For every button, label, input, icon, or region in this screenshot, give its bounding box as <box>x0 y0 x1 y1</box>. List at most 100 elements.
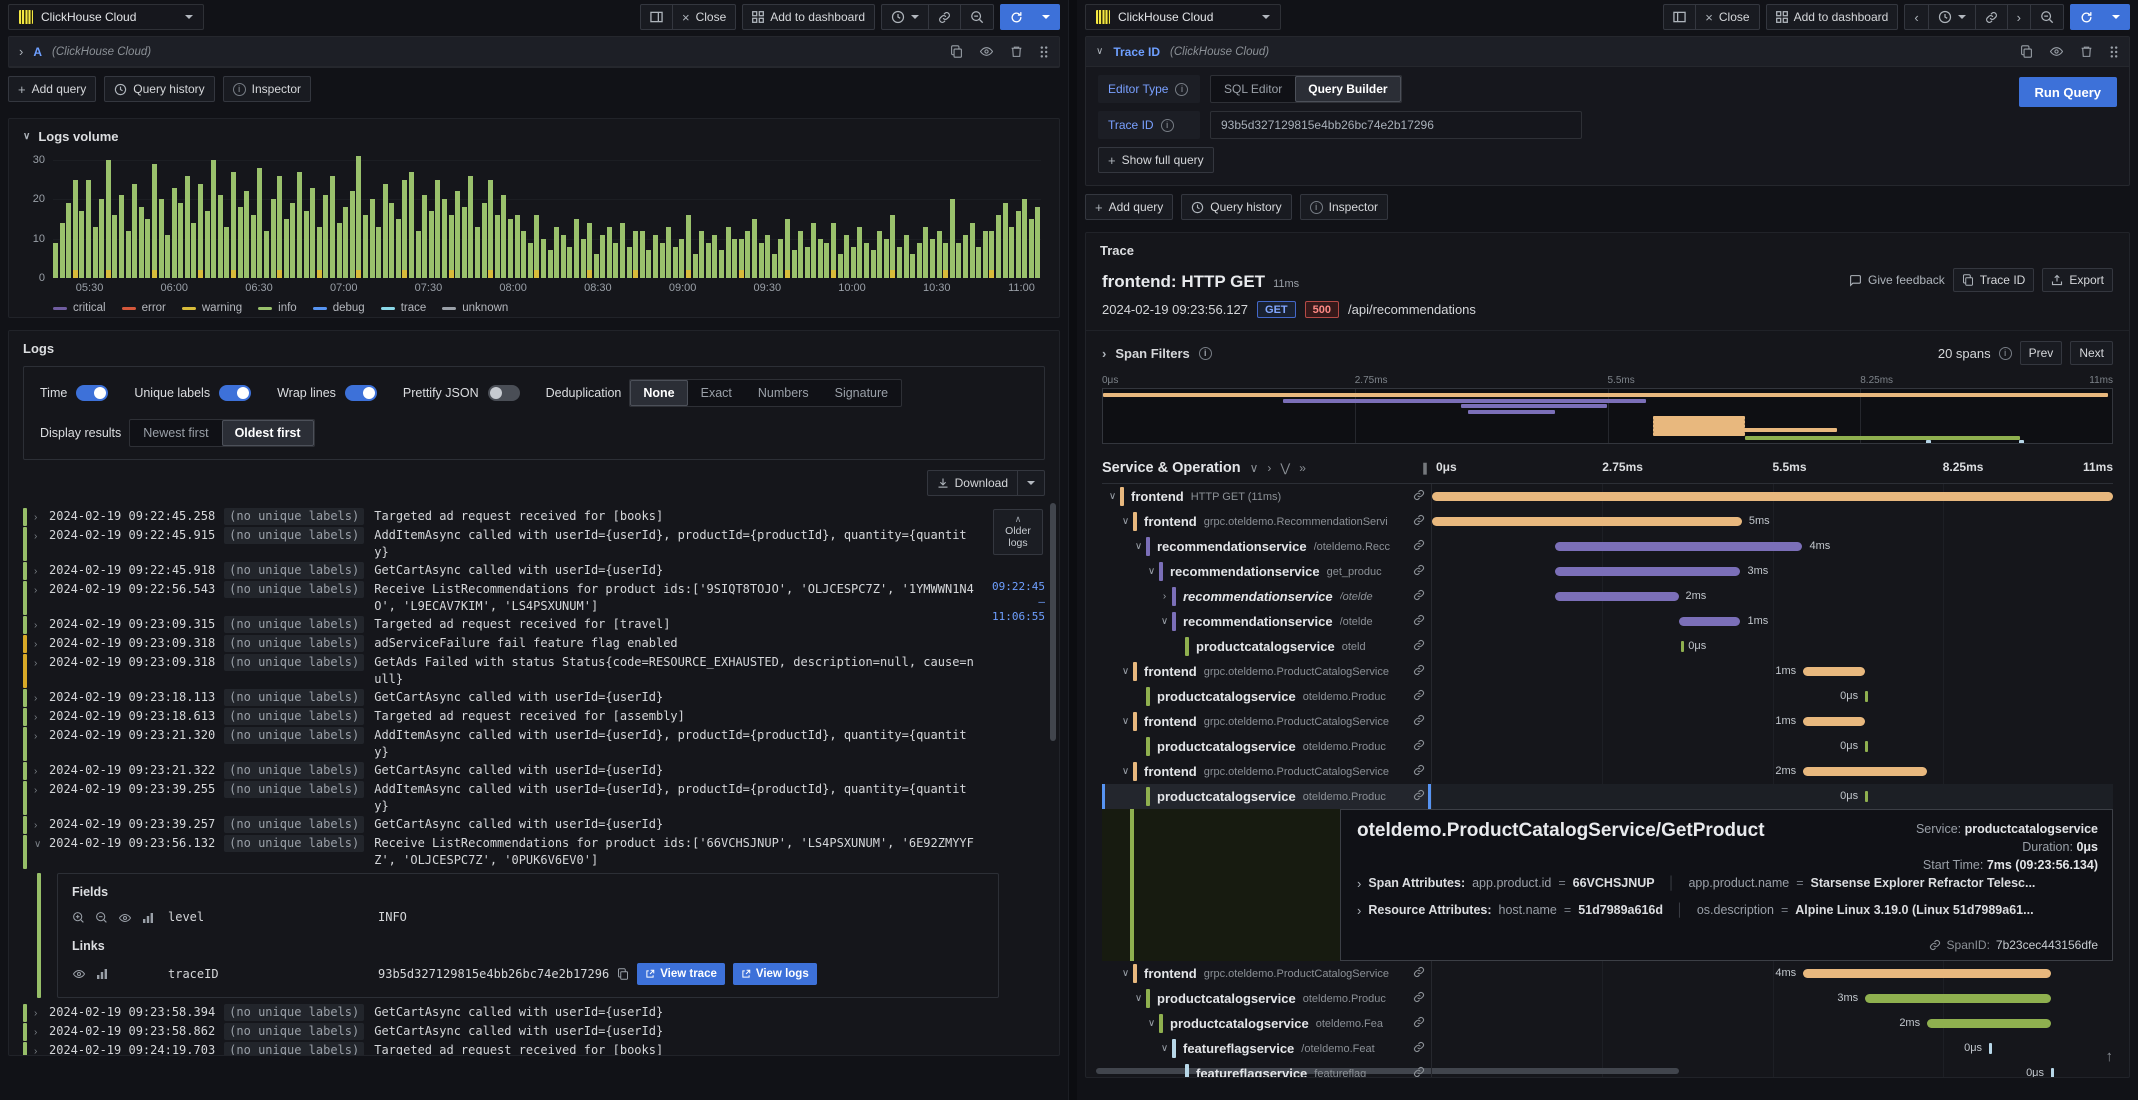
stats-bars-icon[interactable] <box>142 912 154 924</box>
next-span-button[interactable]: Next <box>2070 341 2113 365</box>
chevron-right-icon[interactable]: › <box>34 689 49 707</box>
chevron-down-icon[interactable]: ∨ <box>1158 616 1171 627</box>
query-history-button[interactable]: Query history <box>104 76 215 102</box>
dedup-option-exact[interactable]: Exact <box>688 380 745 406</box>
span-bar[interactable] <box>1554 542 1803 551</box>
log-row[interactable]: › 2024-02-19 09:23:58.394 (no unique label… <box>23 1004 1059 1022</box>
datasource-picker[interactable]: ClickHouse Cloud <box>8 4 204 30</box>
chevron-down-icon[interactable]: ∨ <box>1158 1043 1171 1054</box>
span-name-cell[interactable]: ∨ recommendationservice/oteldemo.Recc <box>1102 534 1432 559</box>
prev-span-button[interactable]: Prev <box>2019 341 2063 365</box>
span-name-cell[interactable]: productcatalogservice oteldemo.Produc <box>1102 734 1432 759</box>
link-icon[interactable] <box>1413 514 1425 529</box>
chevron-right-icon[interactable]: › <box>34 635 49 653</box>
chevron-down-icon[interactable]: ∨ <box>1119 716 1132 727</box>
log-time-range[interactable]: 09:22:45 — 11:06:55 <box>992 579 1045 624</box>
span-name-cell[interactable]: productcatalogservice oteld <box>1102 634 1432 659</box>
link-icon[interactable] <box>1413 1041 1425 1056</box>
legend-item-error[interactable]: error <box>121 302 166 314</box>
give-feedback-link[interactable]: Give feedback <box>1849 273 1945 287</box>
export-button[interactable]: Export <box>2042 268 2113 292</box>
close-split-button[interactable]: × Close <box>671 4 737 30</box>
span-filters-label[interactable]: Span Filters <box>1115 346 1189 361</box>
info-icon[interactable]: i <box>1998 346 2012 360</box>
legend-item-info[interactable]: info <box>258 302 297 314</box>
link-icon[interactable] <box>1413 764 1425 779</box>
span-row[interactable]: productcatalogservice oteld 0μs <box>1102 634 2113 659</box>
link-icon[interactable] <box>1413 489 1425 504</box>
log-row[interactable]: › 2024-02-19 09:23:09.315 (no unique label… <box>23 616 1059 634</box>
log-row[interactable]: ∨ 2024-02-19 09:23:56.132 (no unique label… <box>23 835 1059 869</box>
span-bar[interactable] <box>1554 567 1741 576</box>
eye-icon[interactable] <box>2049 45 2064 58</box>
chevron-down-icon[interactable]: ∨ <box>1119 968 1132 979</box>
chevron-right-icon[interactable]: › <box>34 708 49 726</box>
span-name-cell[interactable]: ∨ recommendationservice get_produc <box>1102 559 1432 584</box>
copy-icon[interactable] <box>2020 45 2033 58</box>
link-icon[interactable] <box>1413 739 1425 754</box>
log-row[interactable]: › 2024-02-19 09:23:39.257 (no unique label… <box>23 816 1059 834</box>
span-bar[interactable] <box>1554 592 1679 601</box>
span-name-cell[interactable]: ∨ frontend grpc.oteldemo.RecommendationSer… <box>1102 509 1432 534</box>
trace-id-button[interactable]: Trace ID <box>1952 268 2035 292</box>
legend-item-warning[interactable]: warning <box>181 302 242 314</box>
link-icon[interactable] <box>1413 1016 1425 1031</box>
chevron-right-icon[interactable]: › <box>34 727 49 745</box>
chevron-right-icon[interactable]: › <box>34 1042 49 1055</box>
chevron-right-icon[interactable]: › <box>1158 591 1171 602</box>
stats-bars-icon[interactable] <box>96 968 108 980</box>
link-icon[interactable] <box>1929 939 1941 951</box>
span-row[interactable]: ∨ frontend grpc.oteldemo.ProductCatalogSer… <box>1102 659 2113 684</box>
chevron-right-icon[interactable]: › <box>34 527 49 545</box>
span-row[interactable]: ∨ recommendationservice get_produc 3ms <box>1102 559 2113 584</box>
view-logs-button[interactable]: View logs <box>732 963 817 985</box>
filter-for-value-icon[interactable] <box>72 911 85 924</box>
span-bar[interactable] <box>1432 517 1742 526</box>
legend-item-debug[interactable]: debug <box>312 302 365 314</box>
chevron-down-icon[interactable]: ∨ <box>1119 766 1132 777</box>
chevron-right-icon[interactable]: › <box>34 562 49 580</box>
eye-icon[interactable] <box>72 968 86 980</box>
log-row[interactable]: › 2024-02-19 09:23:21.322 (no unique label… <box>23 762 1059 780</box>
share-link-button[interactable] <box>928 4 961 30</box>
span-name-cell[interactable]: ∨ frontend grpc.oteldemo.ProductCatalogSer… <box>1102 709 1432 734</box>
link-icon[interactable] <box>1413 991 1425 1006</box>
dedup-option-none[interactable]: None <box>630 380 688 406</box>
legend-item-trace[interactable]: trace <box>380 302 426 314</box>
minimap-canvas[interactable] <box>1102 388 2113 444</box>
log-row[interactable]: › 2024-02-19 09:22:45.258 (no unique label… <box>23 508 1059 526</box>
eye-icon[interactable] <box>979 45 994 58</box>
zoom-out-button[interactable] <box>2030 4 2064 30</box>
span-name-cell[interactable]: ∨ frontend grpc.oteldemo.ProductCatalogSer… <box>1102 961 1432 986</box>
link-icon[interactable] <box>1413 689 1425 704</box>
span-attributes-label[interactable]: Span Attributes: <box>1368 876 1465 890</box>
chevron-right-icon[interactable]: › <box>34 654 49 672</box>
refresh-button[interactable] <box>2070 4 2103 30</box>
resource-attributes-label[interactable]: Resource Attributes: <box>1368 903 1491 917</box>
chevron-down-icon[interactable]: ∨ <box>1132 541 1145 552</box>
chevron-down-icon[interactable]: ∨ <box>1119 516 1132 527</box>
drag-handle-icon[interactable] <box>2109 45 2119 59</box>
close-split-button[interactable]: × Close <box>1695 4 1760 30</box>
logs-scrollbar[interactable] <box>1050 503 1056 741</box>
inspector-button[interactable]: i Inspector <box>1299 194 1389 220</box>
chevron-down-icon[interactable]: ∨ <box>1096 46 1103 57</box>
span-row[interactable]: ∨ productcatalogservice oteldemo.Produc 3ms <box>1102 986 2113 1011</box>
link-icon[interactable] <box>1413 1066 1425 1077</box>
add-query-button[interactable]: + Add query <box>1085 194 1174 220</box>
dedup-option-numbers[interactable]: Numbers <box>745 380 822 406</box>
trash-icon[interactable] <box>2080 45 2093 58</box>
link-icon[interactable] <box>1413 539 1425 554</box>
query-ref-id[interactable]: Trace ID <box>1113 45 1160 59</box>
split-pane-button[interactable] <box>1663 4 1697 30</box>
column-resize-handle[interactable]: ∥ <box>1422 461 1428 475</box>
dedup-option-signature[interactable]: Signature <box>822 380 902 406</box>
span-bar[interactable] <box>1803 969 2052 978</box>
time-toggle[interactable] <box>76 385 109 401</box>
time-shift-back-button[interactable]: ‹ <box>1904 4 1929 30</box>
info-icon[interactable]: i <box>1160 118 1174 132</box>
log-row[interactable]: › 2024-02-19 09:22:56.543 (no unique label… <box>23 581 1059 615</box>
copy-icon[interactable] <box>950 45 963 58</box>
span-row[interactable]: productcatalogservice oteldemo.Produc 0μs <box>1102 734 2113 759</box>
expand-all-icon[interactable]: » <box>1299 461 1306 475</box>
